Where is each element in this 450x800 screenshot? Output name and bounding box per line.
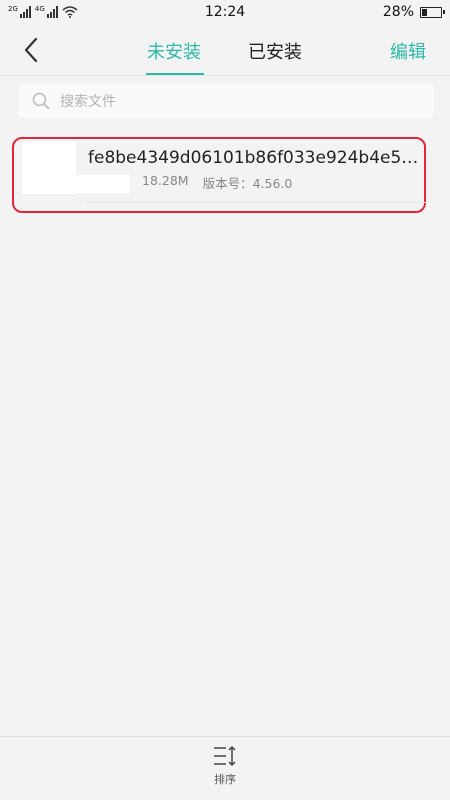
search-icon <box>32 92 50 110</box>
bottom-bar: 排序 <box>0 736 450 800</box>
list-divider <box>86 202 426 203</box>
search-input[interactable]: 搜索文件 <box>18 84 434 118</box>
status-right: 28% <box>382 4 445 20</box>
header: 未安装 已安装 编辑 <box>0 24 450 76</box>
battery-fill <box>422 8 427 16</box>
signal-2-label: 4G <box>34 5 45 13</box>
battery-percent: 28% <box>382 4 414 20</box>
chevron-left-icon <box>24 37 38 63</box>
header-divider <box>0 75 450 76</box>
file-size: 18.28M <box>142 173 189 188</box>
signal-1-label: 2G <box>8 5 18 13</box>
file-name: fe8be4349d06101b86f033e924b4e5a... <box>88 148 422 168</box>
signal-icon-1: 2G <box>8 6 31 18</box>
signal-icon-2: 4G <box>35 6 58 18</box>
battery-icon <box>420 6 445 18</box>
file-version: 版本号：4.56.0 <box>202 176 293 191</box>
tab-uninstalled[interactable]: 未安装 <box>147 38 201 64</box>
sort-icon <box>214 746 236 766</box>
status-left: 2G 4G <box>8 6 78 18</box>
status-bar: 2G 4G 12:24 28% <box>0 0 450 24</box>
sort-button[interactable]: 排序 <box>200 745 250 797</box>
search-placeholder: 搜索文件 <box>60 94 116 110</box>
list-item[interactable]: fe8be4349d06101b86f033e924b4e5a... 18.28… <box>12 137 426 213</box>
app-label-mask <box>74 175 130 193</box>
back-button[interactable] <box>14 34 48 66</box>
sort-label: 排序 <box>214 773 236 786</box>
edit-button[interactable]: 编辑 <box>390 38 426 64</box>
tab-installed[interactable]: 已安装 <box>248 38 302 64</box>
file-meta: 18.28M 版本号：4.56.0 <box>142 173 292 192</box>
wifi-icon <box>62 6 78 18</box>
app-icon <box>22 142 76 194</box>
